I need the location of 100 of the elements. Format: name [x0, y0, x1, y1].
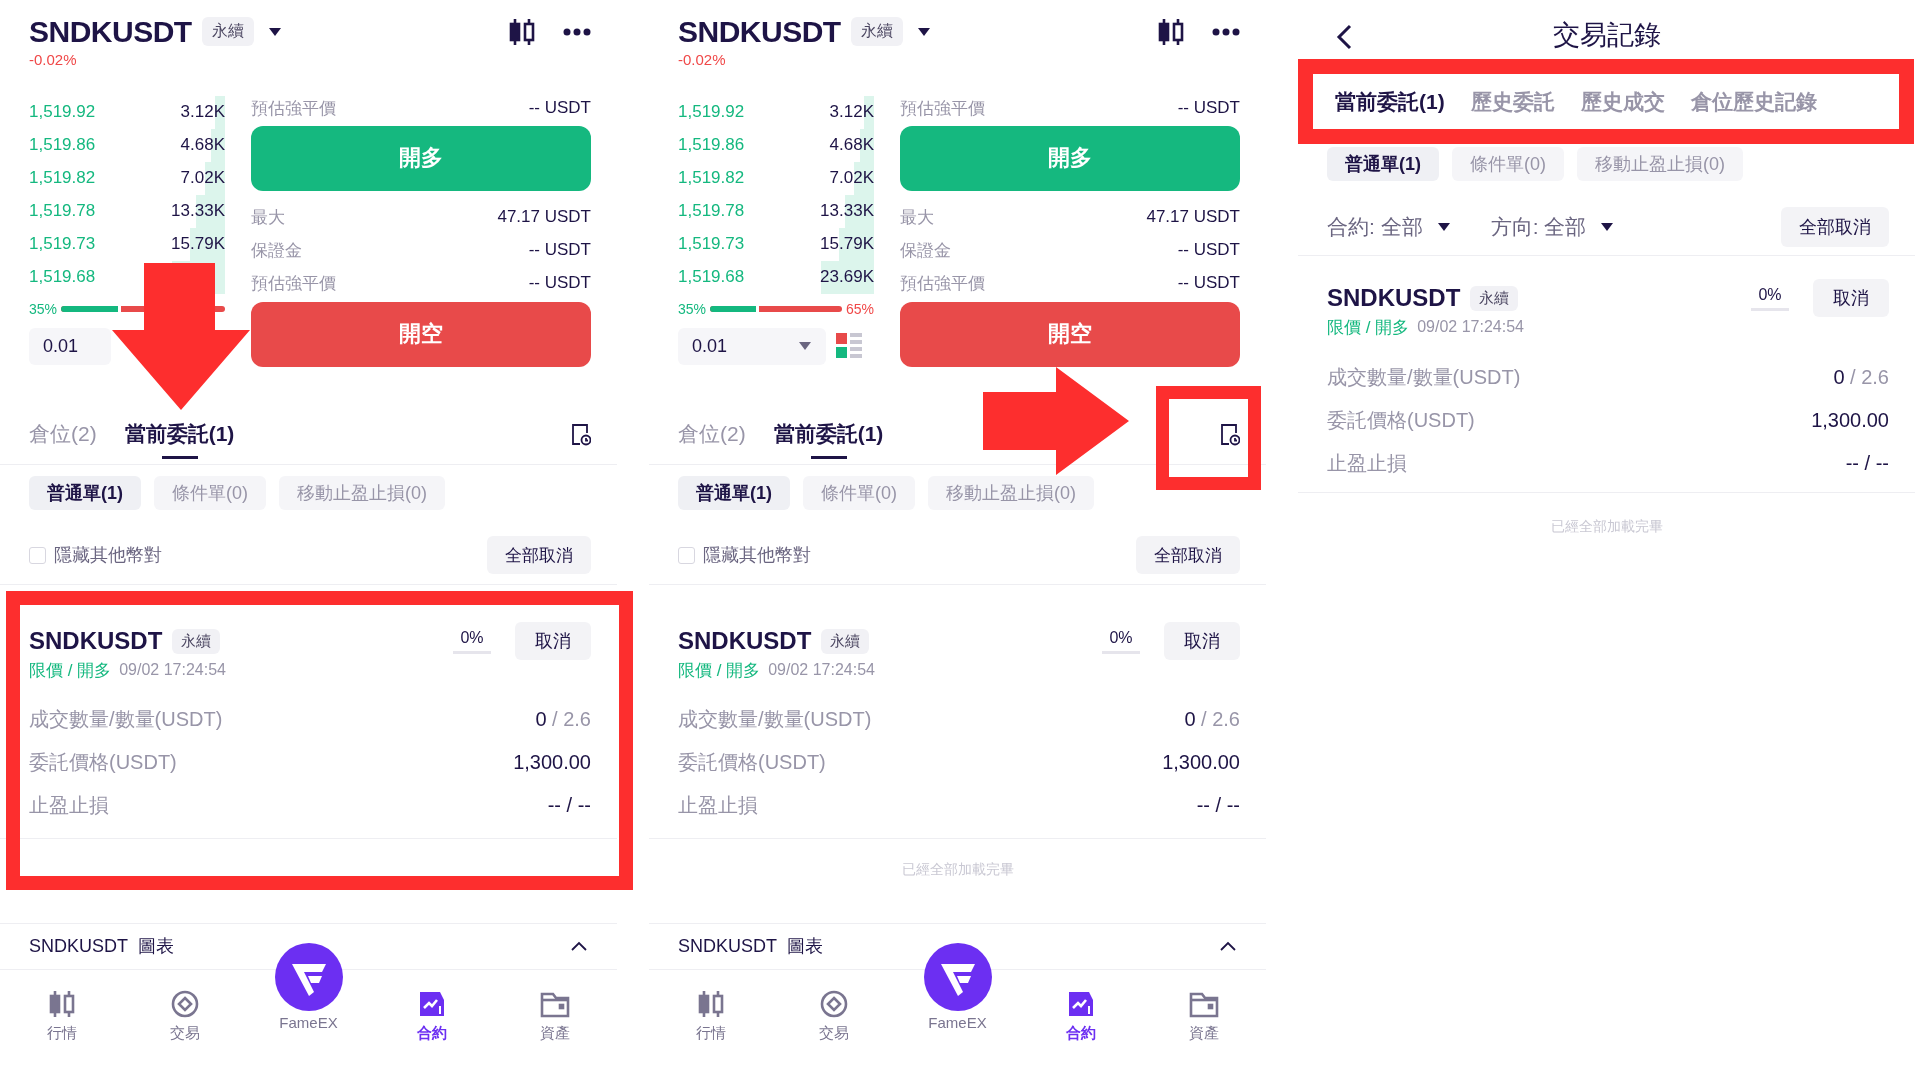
symbol-title: SNDKUSDT — [29, 14, 192, 49]
chart-icon[interactable] — [1066, 989, 1095, 1018]
field-label: 最大 — [251, 206, 285, 229]
records-icon[interactable] — [1220, 423, 1240, 446]
chart-icon[interactable] — [417, 989, 446, 1018]
nav-label[interactable]: 行情 — [695, 1023, 726, 1043]
nav-label[interactable]: FameEX — [928, 1013, 987, 1031]
order-type-tab[interactable]: 移動止盈止損(0) — [928, 476, 1094, 511]
checkbox[interactable] — [29, 546, 46, 564]
checkbox-label[interactable]: 隱藏其他幣對 — [54, 543, 162, 568]
field-value: 1,300.00 — [1162, 751, 1240, 775]
order-type-tab[interactable]: 條件單(0) — [803, 476, 915, 511]
bid-price: 1,519.82 — [29, 168, 96, 189]
tab[interactable]: 倉位歷史記錄 — [1690, 87, 1817, 116]
caret-icon[interactable] — [267, 26, 282, 37]
open-long-button[interactable]: 開多 — [900, 125, 1240, 191]
contract-tag: 永續 — [821, 628, 870, 654]
bid-price: 1,519.68 — [678, 267, 745, 288]
nav-label[interactable]: 合約 — [416, 1023, 447, 1043]
tab[interactable]: 歷史委託 — [1470, 87, 1555, 116]
logo-icon[interactable] — [273, 941, 344, 1012]
nav-label[interactable]: 交易 — [170, 1023, 201, 1043]
tab[interactable]: 當前委託(1) — [124, 420, 235, 465]
caret-icon — [1600, 222, 1615, 232]
order-type-tab[interactable]: 條件單(0) — [1452, 147, 1564, 181]
field-value: -- / -- — [1845, 452, 1889, 475]
filter-dropdown[interactable]: 方向: 全部 — [1490, 213, 1615, 241]
candlestick-icon[interactable] — [509, 17, 535, 46]
back-icon[interactable] — [1336, 24, 1352, 50]
records-icon[interactable] — [571, 423, 591, 446]
nav-label[interactable]: 交易 — [819, 1023, 850, 1043]
field-value: 47.17 USDT — [497, 207, 591, 228]
field-value: 1,300.00 — [1811, 409, 1889, 432]
tab[interactable]: 歷史成交 — [1580, 87, 1665, 116]
chevron-up-icon[interactable] — [1220, 941, 1236, 952]
bid-amount: 3.12K — [180, 102, 225, 123]
nav-label[interactable]: 資產 — [1189, 1023, 1220, 1043]
order-time: 09/02 17:24:54 — [119, 661, 226, 680]
nav-label[interactable]: 合約 — [1065, 1023, 1096, 1043]
cancel-all-button[interactable]: 全部取消 — [487, 536, 591, 575]
order-type-tab[interactable]: 移動止盈止損(0) — [1577, 147, 1743, 181]
order-type-tab[interactable]: 普通單(1) — [29, 476, 141, 511]
field-label: 預估強平價 — [900, 97, 985, 120]
order-type-tab[interactable]: 普通單(1) — [678, 476, 790, 511]
quantity-field[interactable]: 0.01 — [678, 327, 826, 365]
nav-label[interactable]: FameEX — [279, 1013, 338, 1031]
open-long-button[interactable]: 開多 — [251, 125, 591, 191]
bid-price: 1,519.73 — [678, 234, 745, 255]
chevron-up-icon[interactable] — [571, 941, 587, 952]
caret-icon[interactable] — [916, 26, 931, 37]
checkbox-label[interactable]: 隱藏其他幣對 — [703, 543, 811, 568]
field-value: 0 / 2.6 — [1833, 366, 1889, 389]
nav-label[interactable]: 資產 — [540, 1023, 571, 1043]
buy-ratio: 35% — [678, 300, 707, 317]
order-symbol: SNDKUSDT — [678, 627, 812, 656]
bid-price: 1,519.86 — [678, 135, 745, 156]
field-value: -- USDT — [528, 273, 591, 294]
sell-ratio: 65% — [845, 300, 874, 317]
caret-icon — [1436, 222, 1451, 232]
tab[interactable]: 倉位(2) — [29, 420, 97, 465]
tab[interactable]: 當前委託(1) — [773, 420, 884, 465]
order-time: 09/02 17:24:54 — [768, 661, 875, 680]
cancel-button[interactable]: 取消 — [1813, 279, 1889, 317]
checkbox[interactable] — [678, 546, 695, 564]
depth-view-icon[interactable] — [836, 333, 862, 360]
field-label: 委託價格(USDT) — [678, 750, 826, 776]
tab[interactable]: 當前委託(1) — [1335, 87, 1445, 116]
bid-amount: 15.79K — [820, 234, 874, 255]
logo-icon[interactable] — [922, 941, 993, 1012]
field-label: 止盈止損 — [678, 793, 758, 819]
cancel-button[interactable]: 取消 — [1164, 622, 1240, 661]
page-title: 交易記錄 — [1552, 18, 1661, 52]
more-icon[interactable] — [1212, 27, 1240, 36]
cancel-all-button[interactable]: 全部取消 — [1781, 207, 1889, 247]
order-type-tab[interactable]: 條件單(0) — [154, 476, 266, 511]
fill-percent: 0% — [1109, 628, 1133, 647]
fill-percent: 0% — [460, 628, 484, 647]
field-label: 止盈止損 — [29, 793, 109, 819]
cancel-all-button[interactable]: 全部取消 — [1136, 536, 1240, 575]
trade-icon[interactable] — [820, 989, 849, 1018]
field-label: 委託價格(USDT) — [29, 750, 177, 776]
field-value: -- USDT — [1177, 240, 1240, 261]
filter-dropdown[interactable]: 合約: 全部 — [1327, 213, 1451, 241]
open-short-button[interactable]: 開空 — [251, 301, 591, 367]
tab[interactable]: 倉位(2) — [678, 420, 746, 465]
chart-section-title: SNDKUSDT 圖表 — [29, 935, 174, 959]
field-value: -- USDT — [528, 98, 591, 119]
symbol-title: SNDKUSDT — [678, 14, 841, 49]
order-type-tab[interactable]: 普通單(1) — [1327, 147, 1439, 181]
field-label: 預估強平價 — [251, 97, 336, 120]
nav-label[interactable]: 行情 — [46, 1023, 77, 1043]
more-icon[interactable] — [563, 27, 591, 36]
candlestick-icon[interactable] — [1158, 17, 1184, 46]
cancel-button[interactable]: 取消 — [515, 622, 591, 661]
quantity-field[interactable]: 0.01 — [29, 327, 111, 365]
bid-price: 1,519.78 — [678, 201, 745, 222]
order-type-tab[interactable]: 移動止盈止損(0) — [279, 476, 445, 511]
bid-amount: 4.68K — [180, 135, 225, 156]
open-short-button[interactable]: 開空 — [900, 301, 1240, 367]
trade-icon[interactable] — [171, 989, 200, 1018]
